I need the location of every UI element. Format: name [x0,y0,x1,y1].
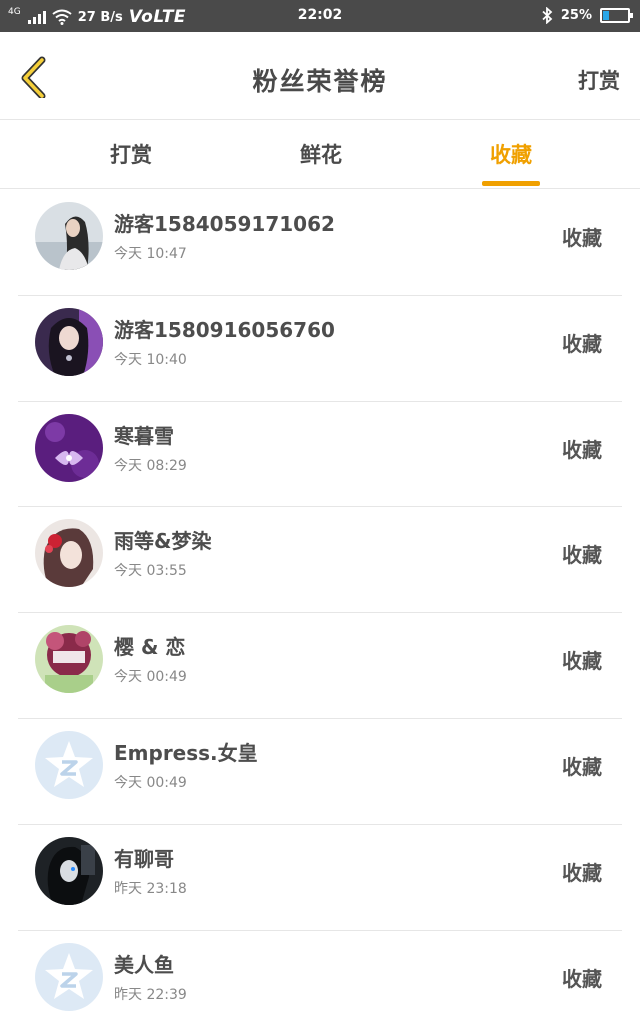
default-qq-icon [35,730,103,799]
user-name: 美人鱼 [114,952,174,977]
status-bar: 4G 27 B/s VoLTE 22:02 25% [0,0,640,32]
list-item[interactable]: 美人鱼 昨天 22:39 收藏 [18,931,622,1025]
list-item[interactable]: 寒暮雪 今天 08:29 收藏 [18,402,622,508]
list-item[interactable]: 有聊哥 昨天 23:18 收藏 [18,825,622,931]
battery-percent: 25% [560,8,592,23]
avatar [35,836,103,905]
favorite-label: 收藏 [562,543,602,568]
tab-flowers[interactable]: 鲜花 [261,139,381,169]
default-qq-icon [35,942,103,1011]
reward-button[interactable]: 打赏 [578,65,620,95]
user-name: 樱 & 恋 [114,635,186,660]
timestamp: 今天 08:29 [114,457,187,474]
timestamp: 今天 00:49 [114,774,187,791]
status-right: 25% [541,7,633,24]
avatar [35,307,103,376]
fan-list: 游客1584059171062 今天 10:47 收藏 游客1580916056… [0,190,640,1025]
list-item[interactable]: 游客1580916056760 今天 10:40 收藏 [18,296,622,402]
favorite-label: 收藏 [562,437,602,462]
timestamp: 今天 10:40 [114,351,187,368]
timestamp: 昨天 23:18 [114,880,187,897]
timestamp: 昨天 22:39 [114,986,187,1003]
tab-favorites[interactable]: 收藏 [451,139,571,169]
list-item[interactable]: 雨等&梦染 今天 03:55 收藏 [18,507,622,614]
active-tab-indicator [482,181,540,186]
avatar [35,202,103,270]
battery-icon [600,8,633,23]
tab-bar: 打赏 鲜花 收藏 [0,121,640,189]
user-name: Empress.女皇 [114,740,258,765]
header: 粉丝荣誉榜 打赏 [0,32,640,120]
timestamp: 今天 00:49 [114,669,187,686]
timestamp: 今天 03:55 [114,563,187,580]
page-title: 粉丝荣誉榜 [252,67,388,96]
list-item[interactable]: 樱 & 恋 今天 00:49 收藏 [18,613,622,719]
avatar [35,625,103,694]
favorite-label: 收藏 [562,226,602,250]
favorite-label: 收藏 [562,649,602,674]
user-name: 游客1580916056760 [114,317,335,342]
favorite-label: 收藏 [562,331,602,356]
user-name: 雨等&梦染 [114,529,212,554]
avatar [35,413,103,482]
battery-level [603,11,609,20]
tab-reward[interactable]: 打赏 [71,139,191,169]
avatar [35,519,103,588]
favorite-label: 收藏 [562,860,602,885]
bluetooth-icon [542,7,553,24]
list-item[interactable]: Empress.女皇 今天 00:49 收藏 [18,719,622,825]
favorite-label: 收藏 [562,966,602,991]
user-name: 有聊哥 [114,846,174,871]
timestamp: 今天 10:47 [114,246,187,262]
list-item[interactable]: 游客1584059171062 今天 10:47 收藏 [18,190,622,296]
user-name: 寒暮雪 [114,423,174,448]
user-name: 游客1584059171062 [114,212,335,236]
favorite-label: 收藏 [562,754,602,779]
